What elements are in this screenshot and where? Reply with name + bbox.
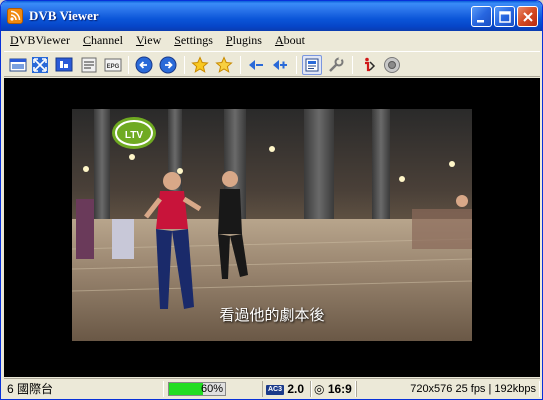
previous-channel-button[interactable] xyxy=(134,55,154,75)
window-icon xyxy=(9,58,27,72)
app-window: DVB Viewer DVBViewer Channel View Settin… xyxy=(0,0,543,400)
video-info-status: 720x576 25 fps | 192kbps xyxy=(356,381,540,397)
title-bar[interactable]: DVB Viewer xyxy=(1,1,542,31)
minimize-icon xyxy=(477,20,484,23)
aspect-status: ◎ 16:9 xyxy=(310,381,356,397)
menu-settings[interactable]: Settings xyxy=(174,33,213,48)
aspect-ratio: 16:9 xyxy=(327,382,352,396)
forward-icon xyxy=(159,56,177,74)
info-button[interactable] xyxy=(358,55,378,75)
app-icon[interactable] xyxy=(7,8,23,24)
epg-label: EPG xyxy=(107,64,120,70)
volume-up-button[interactable] xyxy=(270,55,290,75)
maximize-button[interactable] xyxy=(494,6,515,27)
toolbar: EPG xyxy=(4,51,540,77)
epg-button[interactable]: EPG xyxy=(103,55,123,75)
desktop-icon xyxy=(55,57,73,72)
subtitle-text: 看過他的劇本後 xyxy=(219,306,325,324)
close-icon xyxy=(523,12,533,22)
maximize-icon xyxy=(499,11,511,23)
favorites-button[interactable] xyxy=(190,55,210,75)
epg-icon: EPG xyxy=(104,58,122,72)
settings-icon xyxy=(329,56,344,72)
add-favorite-button[interactable] xyxy=(214,55,234,75)
video-frame: LTV 看過他的劇本後 xyxy=(72,109,472,341)
minimize-button[interactable] xyxy=(471,6,492,27)
audio-status: AC3 2.0 xyxy=(262,381,312,397)
record-icon xyxy=(384,57,400,73)
toolbar-separator xyxy=(352,56,353,74)
settings-button[interactable] xyxy=(326,55,346,75)
osd-button[interactable] xyxy=(302,55,322,75)
back-icon xyxy=(135,56,153,74)
teletext-icon xyxy=(81,57,97,73)
toolbar-separator xyxy=(296,56,297,74)
close-button[interactable] xyxy=(517,6,538,27)
fullscreen-button[interactable] xyxy=(30,55,50,75)
window-mode-button[interactable] xyxy=(8,55,28,75)
menu-dvbviewer[interactable]: DVBViewer xyxy=(10,33,70,48)
next-channel-button[interactable] xyxy=(158,55,178,75)
volume-down-icon xyxy=(249,60,263,70)
toolbar-separator xyxy=(184,56,185,74)
volume-up-icon xyxy=(273,60,287,70)
audio-channels: 2.0 xyxy=(287,382,305,396)
channel-logo: LTV xyxy=(110,115,158,151)
desktop-mode-button[interactable] xyxy=(54,55,74,75)
menu-bar: DVBViewer Channel View Settings Plugins … xyxy=(4,31,540,50)
volume-down-button[interactable] xyxy=(246,55,266,75)
menu-view[interactable]: View xyxy=(136,33,161,48)
osd-icon xyxy=(305,58,319,72)
teletext-button[interactable] xyxy=(79,55,99,75)
favorite-icon xyxy=(191,56,209,73)
info-icon xyxy=(365,57,376,72)
channel-status: 6 國際台 xyxy=(4,381,164,397)
record-button[interactable] xyxy=(382,55,402,75)
menu-about[interactable]: About xyxy=(275,33,305,48)
signal-strength-label: 60% xyxy=(200,383,223,395)
fullscreen-icon xyxy=(32,57,48,73)
status-bar: 6 國際台 60% AC3 2.0 ◎ 16:9 720x576 25 fps … xyxy=(4,378,540,398)
favorite-add-icon xyxy=(215,56,233,73)
window-title: DVB Viewer xyxy=(29,8,99,23)
channel-logo-text: LTV xyxy=(125,130,143,141)
menu-channel[interactable]: Channel xyxy=(83,33,123,48)
aspect-icon: ◎ xyxy=(314,382,325,396)
toolbar-separator xyxy=(240,56,241,74)
menu-plugins[interactable]: Plugins xyxy=(226,33,262,48)
video-area[interactable]: LTV 看過他的劇本後 xyxy=(4,78,540,377)
toolbar-separator xyxy=(128,56,129,74)
signal-strength-bar: 60% xyxy=(168,382,226,396)
audio-codec-badge: AC3 xyxy=(266,384,285,395)
